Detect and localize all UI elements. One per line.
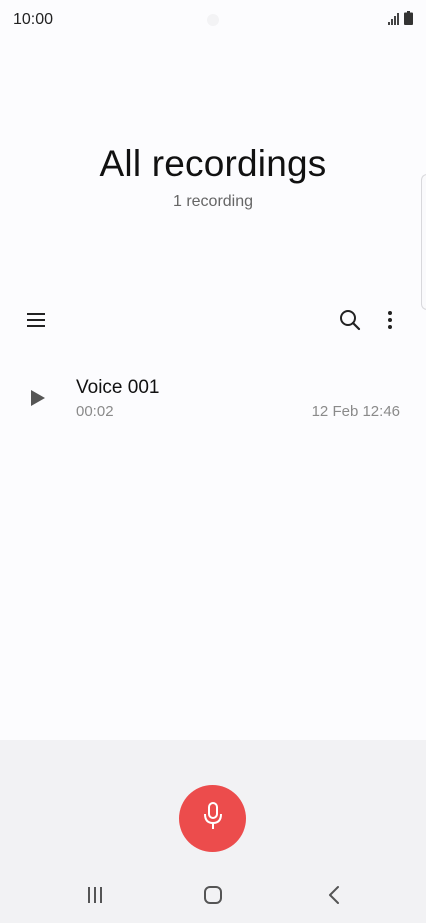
play-button[interactable]: [22, 384, 54, 416]
menu-icon: [26, 311, 46, 334]
recording-item[interactable]: Voice 001 00:02 12 Feb 12:46: [0, 364, 426, 430]
recording-date: 12 Feb 12:46: [311, 403, 400, 420]
more-vert-icon: [387, 310, 393, 335]
more-options-button[interactable]: [376, 306, 404, 338]
status-bar: 10:00: [0, 0, 426, 40]
signal-icon: [388, 12, 400, 30]
microphone-icon: [202, 802, 224, 835]
battery-icon: [404, 11, 413, 30]
record-button[interactable]: [179, 785, 246, 852]
recents-icon: [86, 886, 104, 909]
back-icon: [327, 885, 341, 910]
recording-name: Voice 001: [76, 377, 160, 398]
camera-cutout: [207, 14, 219, 26]
play-icon: [30, 389, 46, 412]
page-title: All recordings: [99, 143, 327, 184]
menu-button[interactable]: [20, 306, 52, 338]
home-icon: [203, 885, 223, 910]
status-time: 10:00: [13, 11, 54, 28]
home-button[interactable]: [193, 882, 233, 912]
recents-button[interactable]: [75, 882, 115, 912]
recording-duration: 00:02: [76, 403, 114, 420]
search-icon: [339, 309, 361, 336]
back-button[interactable]: [314, 882, 354, 912]
search-button[interactable]: [334, 306, 366, 338]
recording-count: 1 recording: [172, 193, 254, 210]
